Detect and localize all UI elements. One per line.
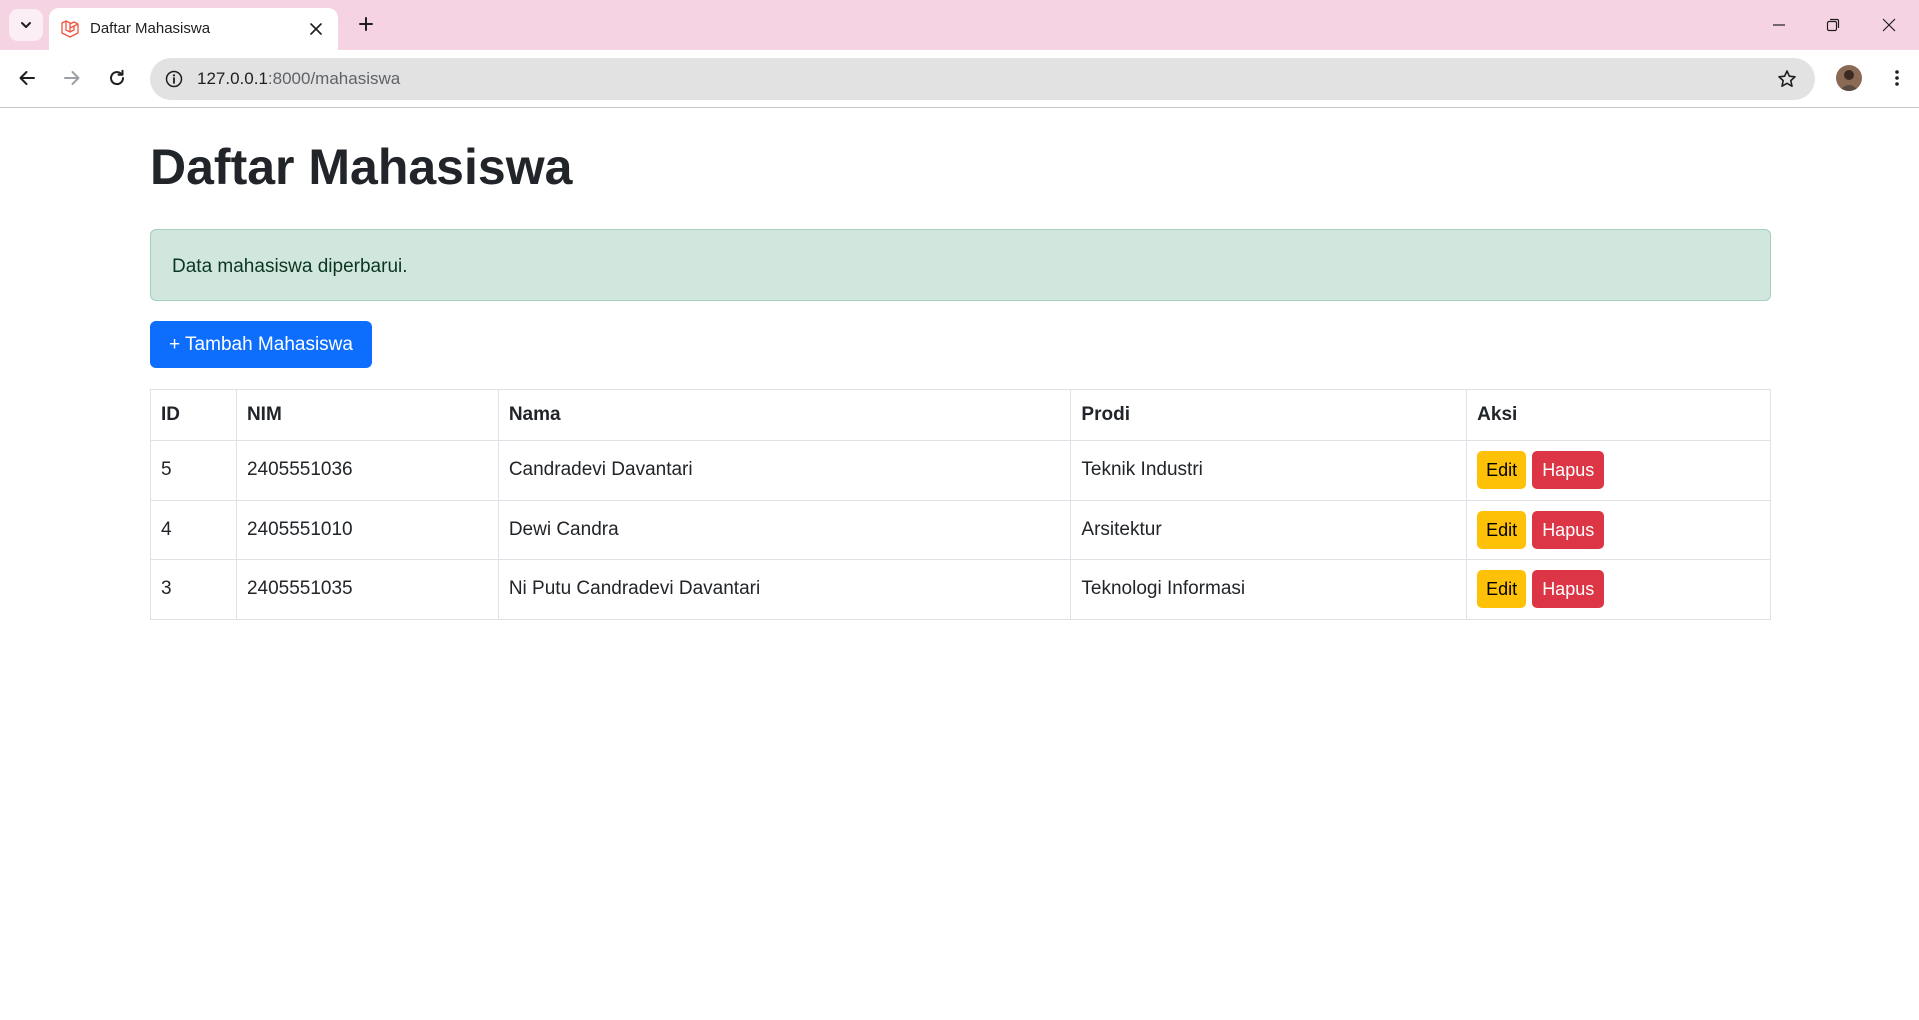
- avatar-image: [1836, 65, 1862, 91]
- cell-prodi: Arsitektur: [1070, 499, 1468, 560]
- column-header-nim: NIM: [235, 389, 499, 441]
- cell-nama: Dewi Candra: [497, 499, 1072, 560]
- restore-icon: [1826, 18, 1840, 32]
- forward-button[interactable]: [55, 61, 89, 95]
- chevron-down-icon: [21, 22, 31, 28]
- kebab-menu-icon: [1895, 70, 1899, 86]
- edit-button[interactable]: Edit: [1477, 451, 1527, 490]
- back-button[interactable]: [10, 61, 44, 95]
- profile-avatar[interactable]: [1836, 65, 1862, 91]
- tab-close-button[interactable]: [306, 19, 326, 39]
- tab-title: Daftar Mahasiswa: [90, 20, 211, 37]
- cell-id: 4: [150, 499, 237, 560]
- cell-nim: 2405551036: [235, 440, 499, 501]
- cell-actions: Edit Hapus: [1466, 440, 1771, 501]
- url-host: 127.0.0.1: [197, 69, 268, 88]
- cell-nim: 2405551035: [235, 559, 499, 620]
- address-bar[interactable]: 127.0.0.1:8000/mahasiswa: [150, 58, 1815, 100]
- url-path: :8000/mahasiswa: [267, 69, 401, 88]
- table-header-row: ID NIM Nama Prodi Aksi: [150, 389, 1771, 441]
- edit-button[interactable]: Edit: [1477, 570, 1527, 609]
- cell-actions: Edit Hapus: [1466, 499, 1771, 560]
- alert-message: Data mahasiswa diperbarui.: [172, 256, 408, 277]
- reload-icon: [110, 69, 125, 86]
- delete-button[interactable]: Hapus: [1532, 570, 1605, 609]
- new-tab-button[interactable]: [352, 10, 380, 38]
- browser-tab-bar: Daftar Mahasiswa: [0, 0, 1919, 50]
- window-close-button[interactable]: [1862, 0, 1916, 50]
- browser-menu-button[interactable]: [1880, 61, 1914, 95]
- cell-id: 3: [150, 559, 237, 620]
- cell-prodi: Teknologi Informasi: [1070, 559, 1468, 620]
- cell-nama: Candradevi Davantari: [497, 440, 1072, 501]
- reload-button[interactable]: [100, 61, 134, 95]
- minimize-icon: [1773, 24, 1785, 26]
- table-row: 3 2405551035 Ni Putu Candradevi Davantar…: [150, 559, 1771, 620]
- window-close-icon: [1882, 18, 1896, 32]
- page-title: Daftar Mahasiswa: [150, 139, 573, 195]
- site-info-icon: [165, 70, 183, 88]
- close-icon: [310, 23, 322, 35]
- site-info-button[interactable]: [158, 63, 190, 95]
- back-icon: [19, 71, 35, 85]
- cell-prodi: Teknik Industri: [1070, 440, 1468, 501]
- url-text: 127.0.0.1:8000/mahasiswa: [197, 69, 400, 89]
- table-row: 4 2405551010 Dewi Candra Arsitektur Edit…: [150, 499, 1771, 560]
- column-header-id: ID: [150, 389, 237, 441]
- delete-button[interactable]: Hapus: [1532, 510, 1605, 549]
- bookmark-button[interactable]: [1771, 63, 1803, 95]
- add-student-button[interactable]: + Tambah Mahasiswa: [150, 321, 372, 368]
- table-row: 5 2405551036 Candradevi Davantari Teknik…: [150, 440, 1771, 501]
- active-tab[interactable]: Daftar Mahasiswa: [49, 8, 338, 50]
- column-header-prodi: Prodi: [1070, 389, 1468, 441]
- cell-actions: Edit Hapus: [1466, 559, 1771, 620]
- browser-toolbar: 127.0.0.1:8000/mahasiswa: [0, 50, 1919, 108]
- cell-nim: 2405551010: [235, 499, 499, 560]
- bookmark-star-icon: [1778, 70, 1796, 87]
- tab-search-button[interactable]: [9, 9, 43, 41]
- column-header-aksi: Aksi: [1466, 389, 1771, 441]
- cell-nama: Ni Putu Candradevi Davantari: [497, 559, 1072, 620]
- cell-id: 5: [150, 440, 237, 501]
- student-table: ID NIM Nama Prodi Aksi 5 2405551036 Cand…: [150, 389, 1771, 620]
- restore-button[interactable]: [1806, 0, 1860, 50]
- success-alert: Data mahasiswa diperbarui.: [150, 229, 1771, 301]
- forward-icon: [64, 71, 80, 85]
- minimize-button[interactable]: [1752, 0, 1806, 50]
- column-header-nama: Nama: [497, 389, 1072, 441]
- delete-button[interactable]: Hapus: [1532, 451, 1605, 490]
- edit-button[interactable]: Edit: [1477, 510, 1527, 549]
- plus-icon: [359, 17, 373, 31]
- laravel-favicon-icon: [61, 20, 79, 38]
